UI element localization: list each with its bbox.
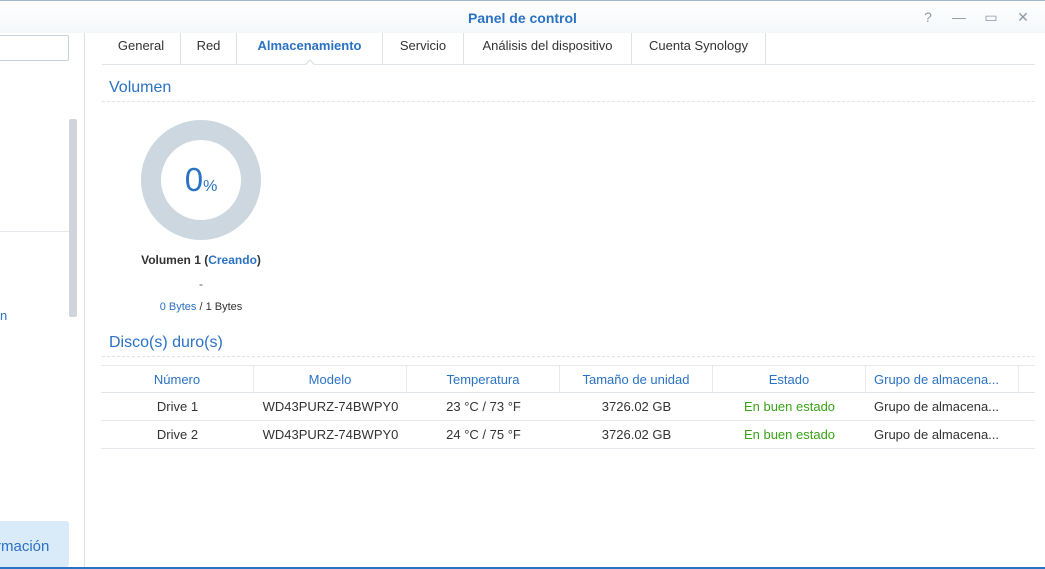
volume-total: 1 Bytes [205,301,243,313]
sidebar-item-label: rmación [0,538,50,555]
close-button[interactable]: ✕ [1012,7,1034,27]
cell-status: En buen estado [743,399,836,414]
cell-temperature: 24 °C / 75 °F [446,427,521,442]
tab-general[interactable]: General [102,33,181,64]
volume-capacity-separator: / [196,301,206,313]
volume-capacity: 0 Bytes / 1 Bytes [101,301,301,313]
cell-model: WD43PURZ-74BWPY0 [262,399,399,414]
column-header-temperature[interactable]: Temperatura [407,366,560,393]
usage-percent-value: 0 [184,161,204,198]
volume-status: Creando [208,253,257,267]
sidebar-scrollbar[interactable] [69,119,77,317]
cell-number: Drive 2 [156,427,199,442]
cell-model: WD43PURZ-74BWPY0 [262,427,399,442]
window-titlebar: Panel de control ? — ▭ ✕ [0,0,1045,33]
volume-used: 0 Bytes [159,301,197,313]
cell-size: 3726.02 GB [601,427,672,442]
usage-percent-sign: % [203,178,218,195]
minimize-button[interactable]: — [948,7,970,27]
volume-label: Volumen 1 (Creando) [101,253,301,267]
maximize-button[interactable]: ▭ [980,7,1002,27]
sidebar-border [84,33,85,569]
disks-section-divider [102,356,1035,357]
table-header: Número Modelo Temperatura Tamaño de unid… [101,365,1035,393]
tab-synology-account[interactable]: Cuenta Synology [632,33,766,64]
volume-section-title: Volumen [109,79,172,96]
sidebar-item-active[interactable]: rmación [0,521,69,567]
cell-status: En buen estado [743,427,836,442]
cell-temperature: 23 °C / 73 °F [446,399,521,414]
sidebar-divider [0,231,69,232]
tab-device-analysis[interactable]: Análisis del dispositivo [464,33,632,64]
help-button[interactable]: ? [917,7,939,27]
disks-section-title: Disco(s) duro(s) [109,334,223,351]
volume-section-divider [102,101,1035,102]
sidebar-search-input[interactable] [0,35,69,61]
column-header-size[interactable]: Tamaño de unidad [560,366,713,393]
window-title: Panel de control [468,10,577,26]
cell-storage-pool: Grupo de almacena... [874,427,1000,442]
volume-detail-dash: - [199,277,203,291]
cell-number: Drive 1 [156,399,199,414]
column-header-storage-pool[interactable]: Grupo de almacena... [866,366,1019,393]
column-header-status[interactable]: Estado [713,366,866,393]
cell-size: 3726.02 GB [601,399,672,414]
volume-status-close: ) [256,253,261,267]
table-row[interactable]: Drive 2 WD43PURZ-74BWPY0 24 °C / 75 °F 3… [101,421,1035,449]
cell-storage-pool: Grupo de almacena... [874,399,1000,414]
sidebar-item-partial[interactable]: n [0,308,7,323]
donut-center: 0% [161,140,241,220]
volume-name: Volumen 1 [141,253,201,267]
column-header-model[interactable]: Modelo [254,366,407,393]
column-header-number[interactable]: Número [101,366,254,393]
tab-network[interactable]: Red [181,33,237,64]
tab-bar: General Red Almacenamiento Servicio Anál… [102,33,1035,66]
tab-storage[interactable]: Almacenamiento [237,33,383,66]
sidebar: n rmación [0,33,85,569]
volume-usage-donut[interactable]: 0% [141,120,261,240]
disks-table: Número Modelo Temperatura Tamaño de unid… [101,365,1035,449]
table-row[interactable]: Drive 1 WD43PURZ-74BWPY0 23 °C / 73 °F 3… [101,393,1035,421]
tab-service[interactable]: Servicio [383,33,464,64]
